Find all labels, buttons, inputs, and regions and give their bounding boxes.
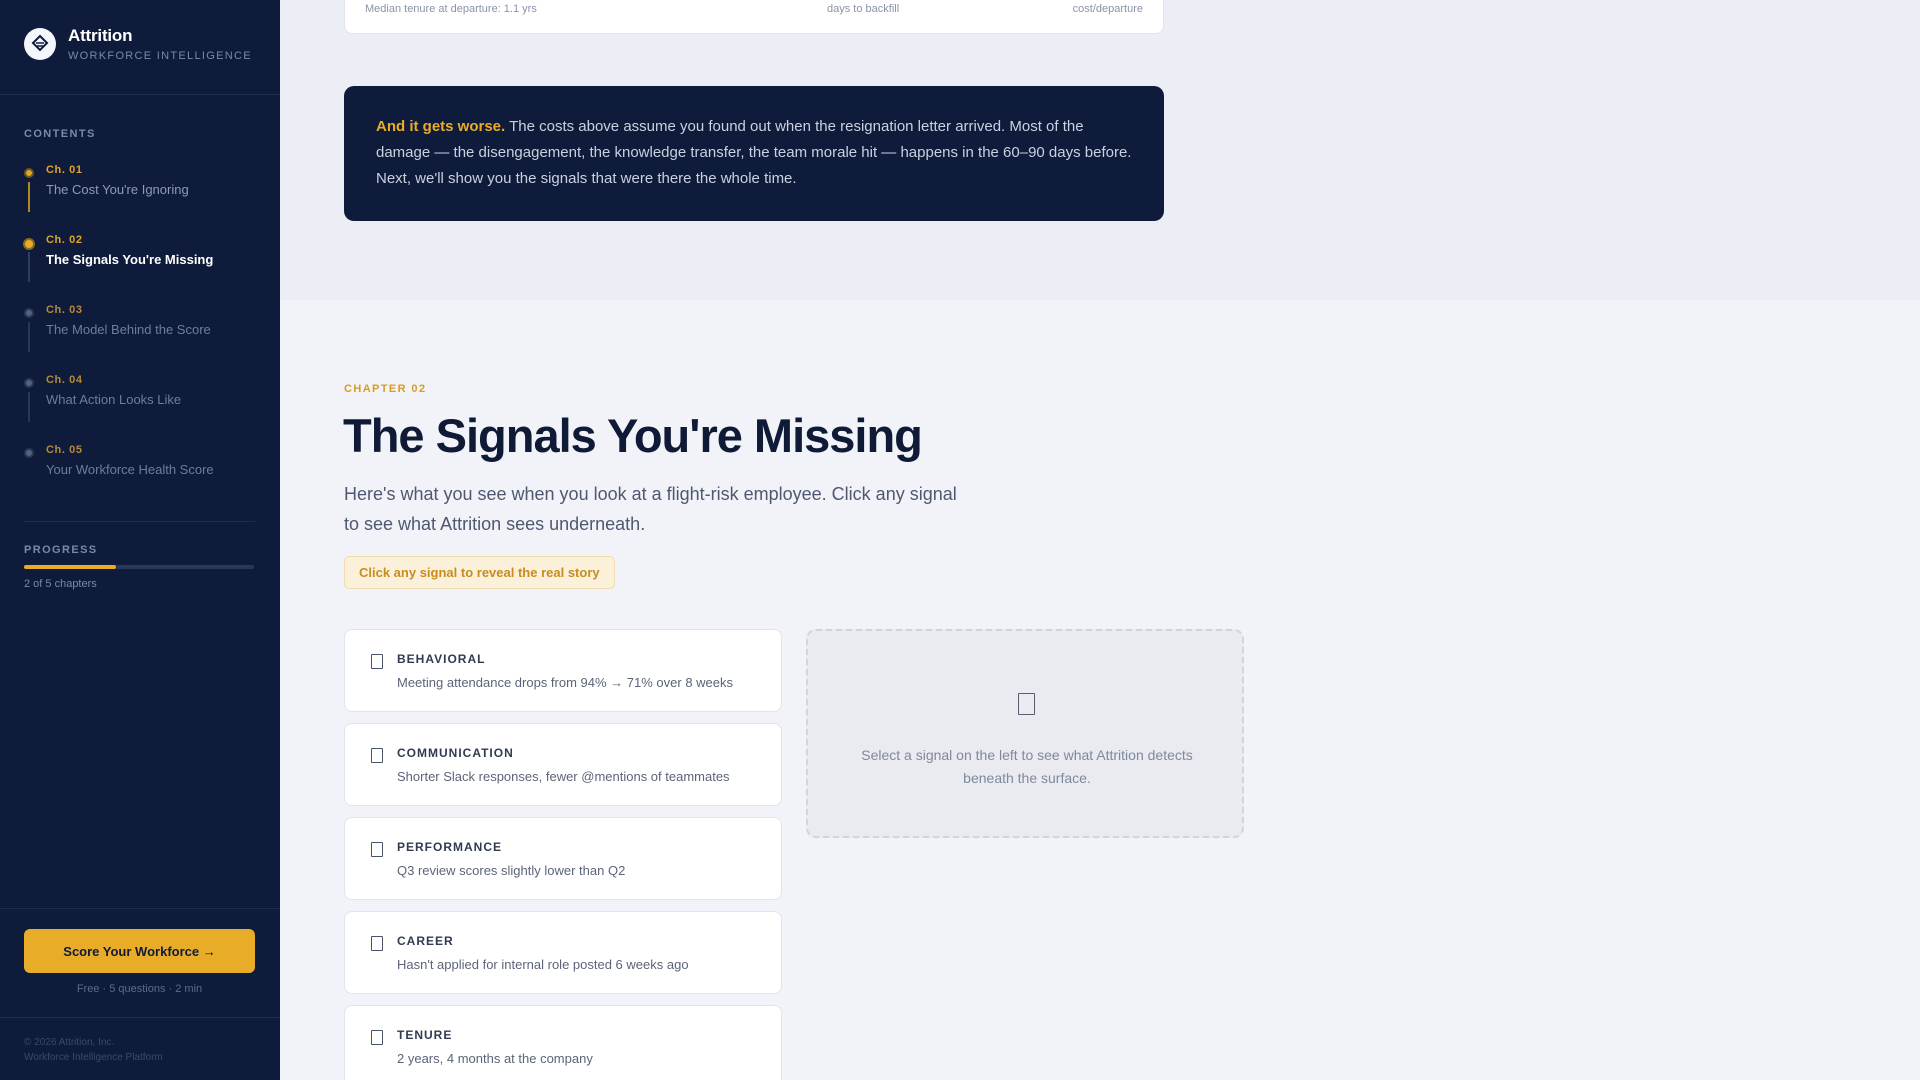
placeholder-icon (1018, 693, 1035, 715)
signal-list: BEHAVIORAL Meeting attendance drops from… (344, 629, 782, 1080)
progress-bar (24, 565, 254, 569)
sidebar-divider (0, 94, 280, 95)
signal-detail-panel: Select a signal on the left to see what … (806, 629, 1244, 838)
median-tenure-stat: Median tenure at departure: 1.1 yrs (365, 3, 537, 15)
chapter-status-dot (24, 308, 34, 318)
chapter-connector (28, 322, 30, 352)
signal-card-communication[interactable]: COMMUNICATION Shorter Slack responses, f… (344, 723, 782, 806)
sidebar-item-chapter-03[interactable]: Ch. 03 The Model Behind the Score (24, 304, 256, 374)
attrition-logo-icon (24, 28, 56, 60)
cost-stat-label: cost/departure (1072, 3, 1143, 15)
sidebar-divider (0, 1017, 280, 1018)
chapter-status-dot (24, 448, 34, 458)
chapter-nav: Ch. 01 The Cost You're Ignoring Ch. 02 T… (23, 164, 256, 514)
chapter-status-dot (23, 238, 35, 250)
signal-description: 2 years, 4 months at the company (397, 1051, 593, 1066)
sidebar-item-chapter-05[interactable]: Ch. 05 Your Workforce Health Score (24, 444, 256, 514)
lead-paragraph: Here's what you see when you look at a f… (344, 484, 957, 534)
signal-description: Hasn't applied for internal role posted … (397, 957, 689, 972)
progress-bar-fill (24, 565, 116, 569)
signal-description: Meeting attendance drops from 94% → 71% … (397, 675, 734, 690)
sidebar-item-chapter-01[interactable]: Ch. 01 The Cost You're Ignoring (24, 164, 256, 234)
cost-stats-card: Median tenure at departure: 1.1 yrs days… (344, 0, 1164, 34)
chapter-number: Ch. 02 (46, 234, 83, 246)
chapter-title: Your Workforce Health Score (46, 462, 214, 477)
signal-description: Shorter Slack responses, fewer @mentions… (397, 769, 730, 784)
progress-text: 2 of 5 chapters (24, 578, 97, 590)
score-workforce-button[interactable]: Score Your Workforce → (24, 929, 255, 973)
chapter-connector (28, 392, 30, 422)
chapter-status-dot (24, 378, 34, 388)
signal-icon (371, 654, 383, 669)
backfill-stat-label: days to backfill (827, 3, 900, 15)
signal-card-behavioral[interactable]: BEHAVIORAL Meeting attendance drops from… (344, 629, 782, 712)
sidebar-footer: © 2026 Attrition, Inc. Workforce Intelli… (24, 1035, 163, 1065)
signal-category: TENURE (397, 1028, 453, 1042)
signal-category: COMMUNICATION (397, 746, 514, 760)
sidebar-divider (0, 908, 280, 909)
sidebar-divider (24, 521, 255, 522)
signal-icon (371, 1030, 383, 1045)
platform-text: Workforce Intelligence Platform (24, 1052, 163, 1063)
signal-card-tenure[interactable]: TENURE 2 years, 4 months at the company (344, 1005, 782, 1080)
chapter-connector (28, 252, 30, 282)
chapter-number: Ch. 04 (46, 374, 83, 386)
chapter-number: Ch. 03 (46, 304, 83, 316)
worse-callout: And it gets worse. The costs above assum… (344, 86, 1164, 221)
chapter-status-dot (24, 168, 34, 178)
chapter-title: The Signals You're Missing (46, 252, 214, 267)
page-title: The Signals You're Missing (343, 409, 923, 462)
chapter-title: What Action Looks Like (46, 392, 182, 407)
brand-subtitle: WORKFORCE INTELLIGENCE (68, 50, 252, 62)
sidebar: Attrition WORKFORCE INTELLIGENCE CONTENT… (0, 0, 280, 1080)
chapter-title: The Model Behind the Score (46, 322, 211, 337)
chapter-number: Ch. 01 (46, 164, 83, 176)
signal-icon (371, 842, 383, 857)
signal-card-performance[interactable]: PERFORMANCE Q3 review scores slightly lo… (344, 817, 782, 900)
signal-card-career[interactable]: CAREER Hasn't applied for internal role … (344, 911, 782, 994)
detail-placeholder-text: Select a signal on the left to see what … (861, 747, 1193, 786)
brand[interactable]: Attrition WORKFORCE INTELLIGENCE (24, 26, 252, 62)
brand-name: Attrition (68, 26, 133, 45)
contents-label: CONTENTS (24, 128, 96, 140)
signal-description: Q3 review scores slightly lower than Q2 (397, 863, 626, 878)
sidebar-item-chapter-04[interactable]: Ch. 04 What Action Looks Like (24, 374, 256, 444)
signal-hint-badge: Click any signal to reveal the real stor… (344, 556, 615, 589)
chapter-tag: CHAPTER 02 (344, 383, 427, 395)
signal-category: CAREER (397, 934, 454, 948)
copyright-text: © 2026 Attrition, Inc. (24, 1037, 115, 1048)
cta-note: Free · 5 questions · 2 min (76, 983, 203, 995)
signal-icon (371, 936, 383, 951)
signal-icon (371, 748, 383, 763)
progress-label: PROGRESS (24, 544, 98, 556)
signal-category: BEHAVIORAL (397, 652, 486, 666)
chapter-connector (28, 182, 30, 212)
chapter-number: Ch. 05 (46, 444, 83, 456)
sidebar-item-chapter-02[interactable]: Ch. 02 The Signals You're Missing (23, 234, 256, 304)
callout-heading: And it gets worse. (376, 118, 506, 135)
signal-category: PERFORMANCE (397, 840, 503, 854)
chapter-title: The Cost You're Ignoring (46, 182, 189, 197)
